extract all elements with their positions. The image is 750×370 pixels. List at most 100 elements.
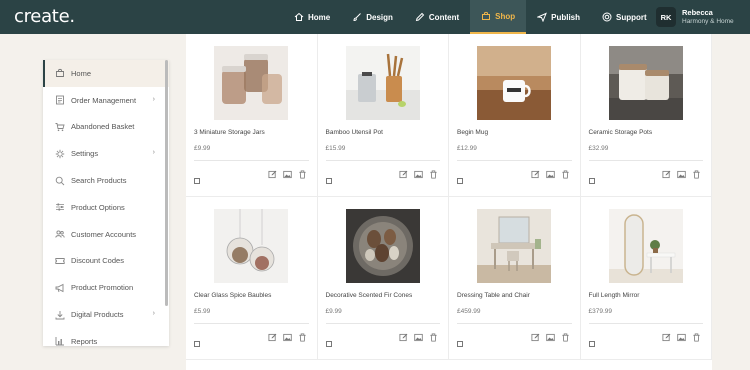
product-price: £32.99 — [588, 145, 609, 152]
brush-icon — [352, 12, 362, 22]
product-actions — [267, 333, 307, 342]
sidebar-item-settings[interactable]: Settings › — [43, 140, 169, 167]
sidebar-item-search-products[interactable]: Search Products — [43, 167, 169, 194]
product-image[interactable] — [477, 46, 551, 120]
sidebar-item-label: Abandoned Basket — [71, 122, 135, 132]
trash-icon[interactable] — [561, 333, 570, 342]
ticket-icon — [55, 256, 65, 266]
trash-icon[interactable] — [692, 170, 701, 179]
sidebar-item-reports[interactable]: Reports — [43, 328, 169, 346]
product-card[interactable]: Bamboo Utensil Pot £15.99 — [317, 34, 449, 197]
divider — [325, 323, 440, 324]
nav-home[interactable]: Home — [283, 0, 341, 34]
download-icon — [55, 310, 65, 320]
divider — [588, 160, 703, 161]
trash-icon[interactable] — [561, 170, 570, 179]
top-navigation-bar: create. Home Design Content Shop Publish… — [0, 0, 750, 34]
trash-icon[interactable] — [429, 333, 438, 342]
sidebar-item-discount-codes[interactable]: Discount Codes — [43, 248, 169, 275]
product-card[interactable]: 3 Miniature Storage Jars £9.99 — [186, 34, 318, 197]
product-actions — [530, 333, 570, 342]
product-card[interactable]: Dressing Table and Chair £459.99 — [449, 197, 581, 360]
product-image[interactable] — [608, 46, 683, 120]
product-image[interactable] — [214, 209, 288, 283]
nav-support-label: Support — [616, 12, 647, 22]
sidebar-item-label: Customer Accounts — [71, 229, 137, 239]
send-icon — [537, 12, 548, 22]
image-icon[interactable] — [414, 170, 423, 179]
nav-shop[interactable]: Shop — [470, 0, 527, 34]
edit-icon[interactable] — [267, 170, 277, 179]
select-checkbox[interactable] — [588, 341, 595, 347]
image-icon[interactable] — [282, 170, 292, 179]
product-card[interactable]: Begin Mug £12.99 — [449, 34, 581, 197]
chevron-right-icon: › — [152, 149, 155, 157]
product-image[interactable] — [345, 209, 420, 283]
product-price: £15.99 — [325, 145, 346, 152]
sidebar-item-customer-accounts[interactable]: Customer Accounts — [43, 221, 169, 248]
select-checkbox[interactable] — [194, 178, 200, 184]
settings-icon — [55, 149, 65, 159]
edit-icon[interactable] — [530, 170, 540, 179]
select-checkbox[interactable] — [194, 341, 200, 347]
users-icon — [55, 229, 65, 239]
product-image[interactable] — [345, 46, 420, 120]
nav-publish[interactable]: Publish — [526, 0, 591, 34]
user-menu[interactable]: RK Rebecca Harmony & Home — [656, 7, 734, 27]
nav-design[interactable]: Design — [341, 0, 404, 34]
product-card[interactable]: Ceramic Storage Pots £32.99 — [580, 34, 712, 197]
image-icon[interactable] — [414, 333, 423, 342]
product-actions — [662, 170, 701, 179]
sidebar-item-label: Discount Codes — [71, 256, 124, 266]
trash-icon[interactable] — [692, 333, 701, 342]
edit-icon[interactable] — [662, 333, 671, 342]
product-name: Decorative Scented Fir Cones — [325, 292, 413, 299]
image-icon[interactable] — [545, 333, 555, 342]
nav-publish-label: Publish — [551, 12, 581, 22]
image-icon[interactable] — [677, 170, 686, 179]
select-checkbox[interactable] — [588, 178, 595, 184]
main-nav: Home Design Content Shop Publish Support — [283, 0, 658, 34]
trash-icon[interactable] — [429, 170, 438, 179]
product-name: Full Length Mirror — [588, 292, 640, 299]
edit-icon[interactable] — [399, 333, 408, 342]
select-checkbox[interactable] — [457, 341, 463, 347]
edit-icon[interactable] — [267, 333, 277, 342]
divider — [325, 160, 440, 161]
product-card[interactable]: Full Length Mirror £379.99 — [580, 197, 712, 360]
product-image[interactable] — [477, 209, 551, 283]
sidebar-item-label: Search Products — [71, 176, 127, 186]
image-icon[interactable] — [545, 170, 555, 179]
product-image[interactable] — [608, 209, 683, 283]
sidebar-item-order-management[interactable]: Order Management › — [43, 87, 169, 114]
product-actions — [267, 170, 307, 179]
divider — [457, 160, 572, 161]
product-card[interactable]: Clear Glass Spice Baubles £5.99 — [186, 197, 318, 360]
nav-content[interactable]: Content — [404, 0, 470, 34]
product-card[interactable]: Decorative Scented Fir Cones £9.99 — [317, 197, 449, 360]
sidebar-item-label: Reports — [71, 336, 98, 346]
sidebar-item-digital-products[interactable]: Digital Products › — [43, 301, 169, 328]
sidebar-scrollbar[interactable] — [165, 60, 168, 306]
select-checkbox[interactable] — [325, 341, 332, 347]
chart-icon — [55, 336, 65, 346]
sidebar-item-product-promotion[interactable]: Product Promotion — [43, 274, 169, 301]
select-checkbox[interactable] — [457, 178, 463, 184]
nav-support[interactable]: Support — [591, 0, 658, 34]
sidebar-item-home[interactable]: Home — [43, 60, 169, 87]
create-logo[interactable]: create. — [14, 6, 75, 27]
sidebar-item-abandoned-basket[interactable]: Abandoned Basket — [43, 114, 169, 141]
edit-icon[interactable] — [662, 170, 671, 179]
trash-icon[interactable] — [298, 170, 307, 179]
product-image[interactable] — [214, 46, 288, 120]
edit-icon[interactable] — [399, 170, 408, 179]
product-actions — [399, 170, 438, 179]
select-checkbox[interactable] — [325, 178, 332, 184]
sidebar-item-product-options[interactable]: Product Options — [43, 194, 169, 221]
nav-content-label: Content — [428, 12, 460, 22]
image-icon[interactable] — [282, 333, 292, 342]
image-icon[interactable] — [677, 333, 686, 342]
trash-icon[interactable] — [298, 333, 307, 342]
edit-icon[interactable] — [530, 333, 540, 342]
edit-icon — [415, 12, 425, 22]
